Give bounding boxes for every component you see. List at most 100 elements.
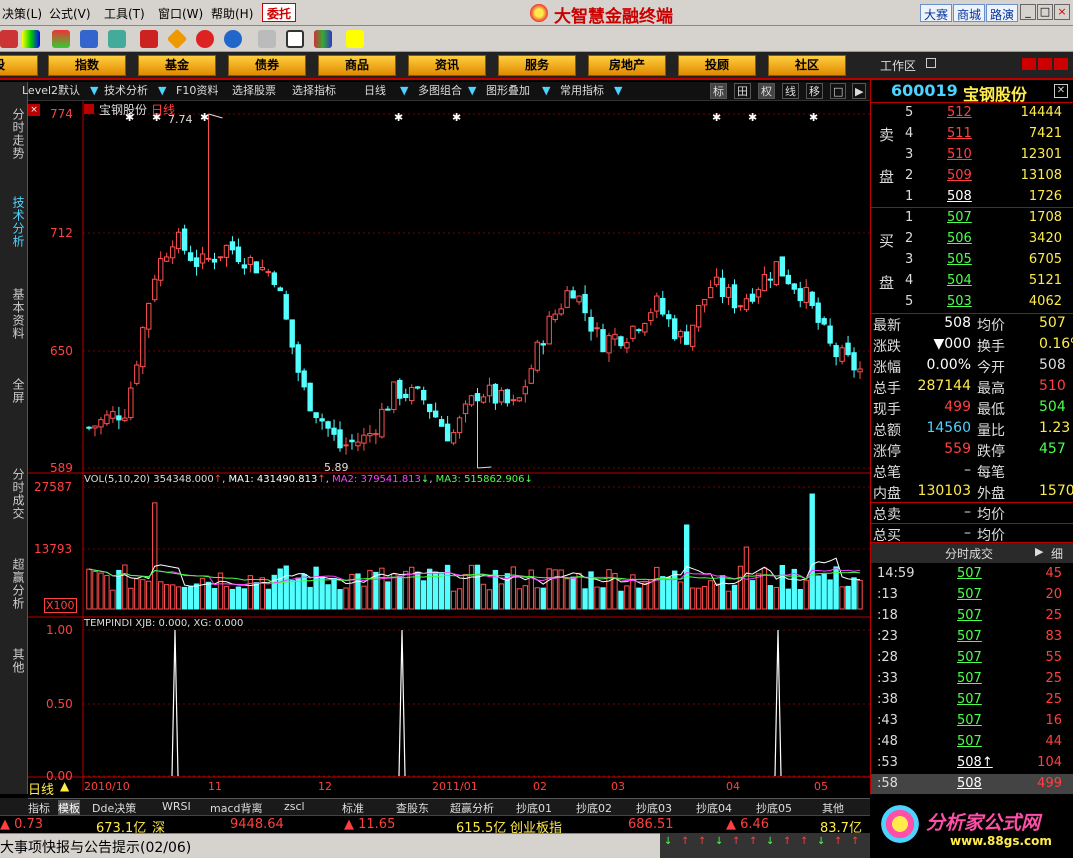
buy-price[interactable]: 506 bbox=[947, 231, 972, 246]
buy-price[interactable]: 505 bbox=[947, 252, 972, 267]
trades-header-label[interactable]: 分时成交 bbox=[945, 545, 993, 562]
tab-intraday[interactable]: 分时走势 bbox=[3, 108, 25, 160]
dropdown-arrow-icon[interactable]: ▼ bbox=[400, 83, 408, 99]
nav-fund[interactable]: 基金 bbox=[138, 55, 216, 76]
bottom-tab[interactable]: 指标 bbox=[28, 800, 50, 816]
nav-bond[interactable]: 债券 bbox=[228, 55, 306, 76]
bottom-tab[interactable]: 抄底05 bbox=[756, 800, 792, 816]
move-button[interactable]: 移 bbox=[806, 83, 823, 99]
mall-button[interactable]: 商城 bbox=[953, 4, 986, 22]
nav-realestate[interactable]: 房地产 bbox=[588, 55, 666, 76]
menu-formula[interactable]: 公式(V) bbox=[49, 5, 91, 22]
nav-stock[interactable]: 股 bbox=[0, 55, 38, 76]
technical-analysis-menu[interactable]: 技术分析 bbox=[104, 83, 148, 99]
trades-detail-tab[interactable]: 细 bbox=[1051, 545, 1063, 562]
overlay-button[interactable]: 图形叠加 bbox=[486, 83, 530, 99]
rights-button[interactable]: 权 bbox=[758, 83, 775, 99]
event-star-icon[interactable]: ✱ bbox=[712, 111, 721, 124]
binoculars-icon[interactable] bbox=[80, 30, 98, 48]
tab-fundamental[interactable]: 基本资料 bbox=[3, 288, 25, 340]
event-star-icon[interactable]: ✱ bbox=[200, 111, 209, 124]
minimize-icon[interactable]: _ bbox=[1020, 4, 1036, 20]
bars-icon[interactable] bbox=[52, 30, 70, 48]
buy-price[interactable]: 503 bbox=[947, 294, 972, 309]
event-star-icon[interactable]: ✱ bbox=[748, 111, 757, 124]
news-ticker[interactable]: 大事项快报与公告提示(02/06) bbox=[0, 837, 191, 857]
flag-icon[interactable] bbox=[140, 30, 158, 48]
sell-price[interactable]: 511 bbox=[947, 126, 972, 141]
bottom-tab[interactable]: 标准 bbox=[342, 800, 364, 816]
bottom-tab[interactable]: 抄底01 bbox=[516, 800, 552, 816]
next-icon[interactable]: ▶ bbox=[852, 83, 867, 99]
mark-button[interactable]: 标 bbox=[710, 83, 727, 99]
sell-row[interactable]: 5 512 14444 bbox=[871, 103, 1073, 124]
chart-menu-icon[interactable]: × bbox=[28, 104, 40, 116]
buy-row[interactable]: 3 505 6705 bbox=[871, 250, 1073, 271]
period-arrow-icon[interactable]: ▲ bbox=[60, 779, 69, 793]
dropdown-arrow-icon[interactable]: ▼ bbox=[468, 83, 476, 99]
multi-chart-button[interactable]: 多图组合 bbox=[418, 83, 462, 99]
nav-news[interactable]: 资讯 bbox=[408, 55, 486, 76]
layout-select[interactable]: Level2默认 bbox=[22, 83, 80, 99]
sell-price[interactable]: 510 bbox=[947, 147, 972, 162]
common-indicators-button[interactable]: 常用指标 bbox=[560, 83, 604, 99]
event-star-icon[interactable]: ✱ bbox=[394, 111, 403, 124]
buy-price[interactable]: 504 bbox=[947, 273, 972, 288]
sell-price[interactable]: 512 bbox=[947, 105, 972, 120]
sell-row[interactable]: 3 510 12301 bbox=[871, 145, 1073, 166]
megaphone-icon[interactable] bbox=[108, 30, 126, 48]
event-star-icon[interactable]: ✱ bbox=[809, 111, 818, 124]
buy-row[interactable]: 5 503 4062 bbox=[871, 292, 1073, 313]
tab-super[interactable]: 超赢分析 bbox=[3, 558, 25, 610]
weituo-button[interactable]: 委托 bbox=[262, 3, 297, 22]
tab-other[interactable]: 其他 bbox=[3, 648, 25, 674]
menu-window[interactable]: 窗口(W) bbox=[158, 5, 203, 22]
close-panel-icon[interactable]: ✕ bbox=[1054, 84, 1068, 98]
dropdown-arrow-icon[interactable]: ▼ bbox=[542, 83, 550, 99]
bottom-tab[interactable]: 抄底04 bbox=[696, 800, 732, 816]
diamond-icon[interactable] bbox=[166, 28, 188, 50]
buy-row[interactable]: 1 507 1708 bbox=[871, 208, 1073, 229]
bottom-tab[interactable]: 其他 bbox=[822, 800, 844, 816]
nav-commodity[interactable]: 商品 bbox=[318, 55, 396, 76]
maximize-icon[interactable]: □ bbox=[1037, 4, 1053, 20]
tab-trades[interactable]: 分时成交 bbox=[3, 468, 25, 520]
arrow-icon[interactable] bbox=[0, 30, 18, 48]
close-icon[interactable]: × bbox=[1054, 4, 1070, 20]
bottom-tab[interactable]: 抄底02 bbox=[576, 800, 612, 816]
bottom-tab[interactable]: zscl bbox=[284, 800, 305, 813]
sell-price[interactable]: 508 bbox=[947, 189, 972, 204]
bottom-tab[interactable]: macd背离 bbox=[210, 800, 263, 816]
bottom-tab[interactable]: WRSI bbox=[162, 800, 191, 813]
grid-button[interactable]: 田 bbox=[734, 83, 751, 99]
sell-row[interactable]: 1 508 1726 bbox=[871, 187, 1073, 208]
workarea-mail-icon[interactable] bbox=[926, 58, 936, 68]
sell-row[interactable]: 4 511 7421 bbox=[871, 124, 1073, 145]
panel-min-icon[interactable] bbox=[1022, 58, 1036, 70]
buy-row[interactable]: 4 504 5121 bbox=[871, 271, 1073, 292]
chart-area[interactable]: ✱ ✱ ✱ ✱ ✱ ✱ ✱ ✱ × 宝钢股份 日线 774 712 650 589 7.74 … bbox=[28, 101, 870, 798]
menu-tools[interactable]: 工具(T) bbox=[104, 5, 145, 22]
dropdown-arrow-icon[interactable]: ▼ bbox=[90, 83, 98, 99]
dropdown-arrow-icon[interactable]: ▼ bbox=[158, 83, 166, 99]
select-indicator-button[interactable]: 选择指标 bbox=[292, 83, 336, 99]
window-icon[interactable] bbox=[286, 30, 304, 48]
buy-row[interactable]: 2 506 3420 bbox=[871, 229, 1073, 250]
nav-index[interactable]: 指数 bbox=[48, 55, 126, 76]
f10-menu[interactable]: F10资料 bbox=[176, 83, 218, 99]
nav-community[interactable]: 社区 bbox=[768, 55, 846, 76]
period-select[interactable]: 日线 bbox=[364, 83, 386, 99]
panel-close-icon[interactable] bbox=[1054, 58, 1068, 70]
tab-fullscreen[interactable]: 全屏 bbox=[3, 378, 25, 404]
menu-help[interactable]: 帮助(H) bbox=[211, 5, 253, 22]
circle-blue-icon[interactable] bbox=[224, 30, 242, 48]
circle-red-icon[interactable] bbox=[196, 30, 214, 48]
buy-price[interactable]: 507 bbox=[947, 210, 972, 225]
roadshow-button[interactable]: 路演 bbox=[986, 4, 1019, 22]
bottom-tab[interactable]: 模板 bbox=[58, 800, 80, 816]
nav-advisor[interactable]: 投顾 bbox=[678, 55, 756, 76]
printer-icon[interactable] bbox=[258, 30, 276, 48]
sell-price[interactable]: 509 bbox=[947, 168, 972, 183]
dropdown-arrow-icon[interactable]: ▼ bbox=[614, 83, 622, 99]
contest-button[interactable]: 大赛 bbox=[920, 4, 953, 22]
